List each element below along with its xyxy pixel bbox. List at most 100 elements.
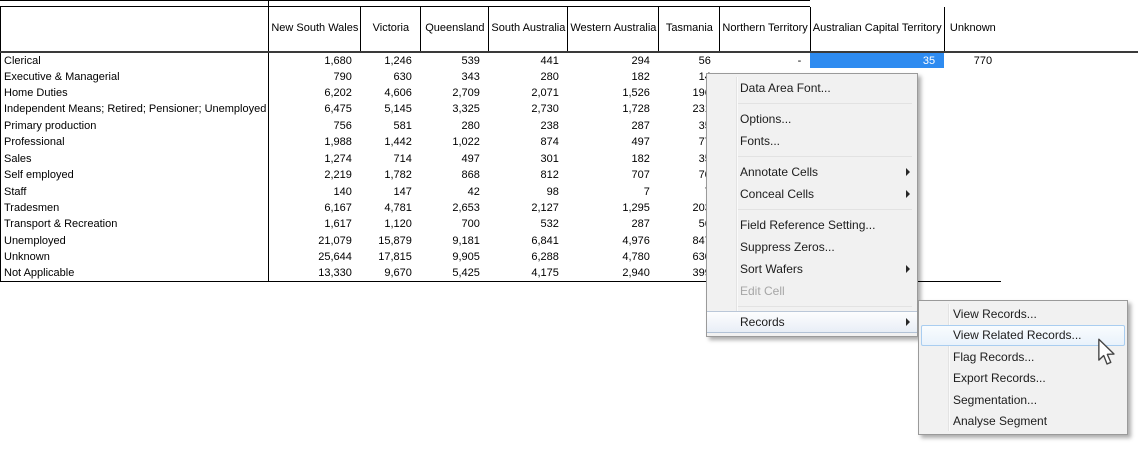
menu-item-segmentation[interactable]: Segmentation... [919,389,1127,411]
data-cell[interactable]: 5,425 [421,265,489,281]
data-cell[interactable]: 812 [489,167,568,183]
data-cell[interactable]: 6,202 [269,85,361,101]
data-cell[interactable] [944,233,1001,249]
menu-item-fonts[interactable]: Fonts... [707,130,917,152]
data-cell[interactable]: 714 [361,151,421,167]
selected-cell[interactable]: 35 [810,52,944,68]
row-label[interactable]: Transport & Recreation [1,216,269,232]
menu-item-analyse-segment[interactable]: Analyse Segment [919,411,1127,433]
data-cell[interactable]: 140 [269,183,361,199]
data-cell[interactable]: 6,475 [269,101,361,117]
data-cell[interactable]: 581 [361,118,421,134]
data-cell[interactable]: 17,815 [361,249,421,265]
data-cell[interactable]: 4,780 [568,249,659,265]
column-header-queensland[interactable]: Queensland [421,7,489,52]
data-cell[interactable] [944,68,1001,84]
column-header-australian-capital-territory[interactable]: Australian Capital Territory [810,7,944,52]
data-cell[interactable]: 13,330 [269,265,361,281]
row-label[interactable]: Clerical [1,52,269,68]
menu-item-records[interactable]: Records [707,311,917,333]
data-cell[interactable]: 2,940 [568,265,659,281]
data-cell[interactable] [944,265,1001,281]
data-cell[interactable]: 1,246 [361,52,421,68]
data-cell[interactable]: 868 [421,167,489,183]
data-cell[interactable]: 4,781 [361,200,421,216]
row-label[interactable]: Tradesmen [1,200,269,216]
data-cell[interactable]: 3,325 [421,101,489,117]
column-header-western-australia[interactable]: Western Australia [568,7,659,52]
row-label[interactable]: Primary production [1,118,269,134]
data-cell[interactable]: 1,680 [269,52,361,68]
data-cell[interactable]: 2,219 [269,167,361,183]
data-cell[interactable]: 497 [421,151,489,167]
menu-item-conceal-cells[interactable]: Conceal Cells [707,183,917,205]
row-label[interactable]: Staff [1,183,269,199]
data-cell[interactable]: 7 [568,183,659,199]
column-header-new-south-wales[interactable]: New South Wales [269,7,361,52]
data-cell[interactable]: 2,730 [489,101,568,117]
data-cell[interactable]: 4,976 [568,233,659,249]
data-cell[interactable]: 770 [944,52,1001,68]
data-cell[interactable]: 1,988 [269,134,361,150]
data-cell[interactable]: 700 [421,216,489,232]
data-cell[interactable]: 42 [421,183,489,199]
data-cell[interactable] [944,151,1001,167]
row-label[interactable]: Professional [1,134,269,150]
menu-item-field-reference-setting[interactable]: Field Reference Setting... [707,214,917,236]
data-cell[interactable]: 630 [361,68,421,84]
data-cell[interactable]: 707 [568,167,659,183]
menu-item-sort-wafers[interactable]: Sort Wafers [707,258,917,280]
column-header-unknown[interactable]: Unknown [944,7,1001,52]
column-header-south-australia[interactable]: South Australia [489,7,568,52]
menu-item-view-related-records[interactable]: View Related Records... [921,325,1125,347]
menu-item-suppress-zeros[interactable]: Suppress Zeros... [707,236,917,258]
data-cell[interactable]: 9,905 [421,249,489,265]
data-cell[interactable] [944,134,1001,150]
row-label[interactable]: Unknown [1,249,269,265]
row-label[interactable]: Not Applicable [1,265,269,281]
data-cell[interactable]: 1,274 [269,151,361,167]
data-cell[interactable] [944,183,1001,199]
data-cell[interactable] [944,200,1001,216]
menu-item-data-area-font[interactable]: Data Area Font... [707,77,917,99]
data-cell[interactable]: 874 [489,134,568,150]
data-cell[interactable] [944,85,1001,101]
data-cell[interactable]: 21,079 [269,233,361,249]
data-cell[interactable]: 2,127 [489,200,568,216]
row-label[interactable]: Independent Means; Retired; Pensioner; U… [1,101,269,117]
row-label[interactable]: Executive & Managerial [1,68,269,84]
menu-item-options[interactable]: Options... [707,108,917,130]
data-cell[interactable]: 1,442 [361,134,421,150]
data-cell[interactable]: 539 [421,52,489,68]
row-label[interactable]: Unemployed [1,233,269,249]
row-label[interactable]: Sales [1,151,269,167]
data-cell[interactable]: 294 [568,52,659,68]
data-cell[interactable]: 343 [421,68,489,84]
data-cell[interactable]: 1,782 [361,167,421,183]
data-cell[interactable]: 56 [659,52,720,68]
corner-cell[interactable] [1,7,269,52]
row-label[interactable]: Self employed [1,167,269,183]
data-cell[interactable]: 1,295 [568,200,659,216]
data-cell[interactable]: 147 [361,183,421,199]
menu-item-export-records[interactable]: Export Records... [919,368,1127,390]
data-cell[interactable]: 4,606 [361,85,421,101]
data-cell[interactable]: 9,670 [361,265,421,281]
data-cell[interactable]: 2,071 [489,85,568,101]
data-cell[interactable]: 287 [568,216,659,232]
menu-item-flag-records[interactable]: Flag Records... [919,346,1127,368]
column-header-victoria[interactable]: Victoria [361,7,421,52]
data-cell[interactable]: 1,120 [361,216,421,232]
data-cell[interactable]: 790 [269,68,361,84]
data-cell[interactable]: 9,181 [421,233,489,249]
data-cell[interactable]: 4,175 [489,265,568,281]
data-cell[interactable] [944,249,1001,265]
data-cell[interactable]: 5,145 [361,101,421,117]
data-cell[interactable]: 1,728 [568,101,659,117]
data-cell[interactable]: 2,653 [421,200,489,216]
data-cell[interactable] [944,216,1001,232]
data-cell[interactable]: 238 [489,118,568,134]
row-label[interactable]: Home Duties [1,85,269,101]
menu-item-annotate-cells[interactable]: Annotate Cells [707,161,917,183]
data-cell[interactable]: 280 [489,68,568,84]
